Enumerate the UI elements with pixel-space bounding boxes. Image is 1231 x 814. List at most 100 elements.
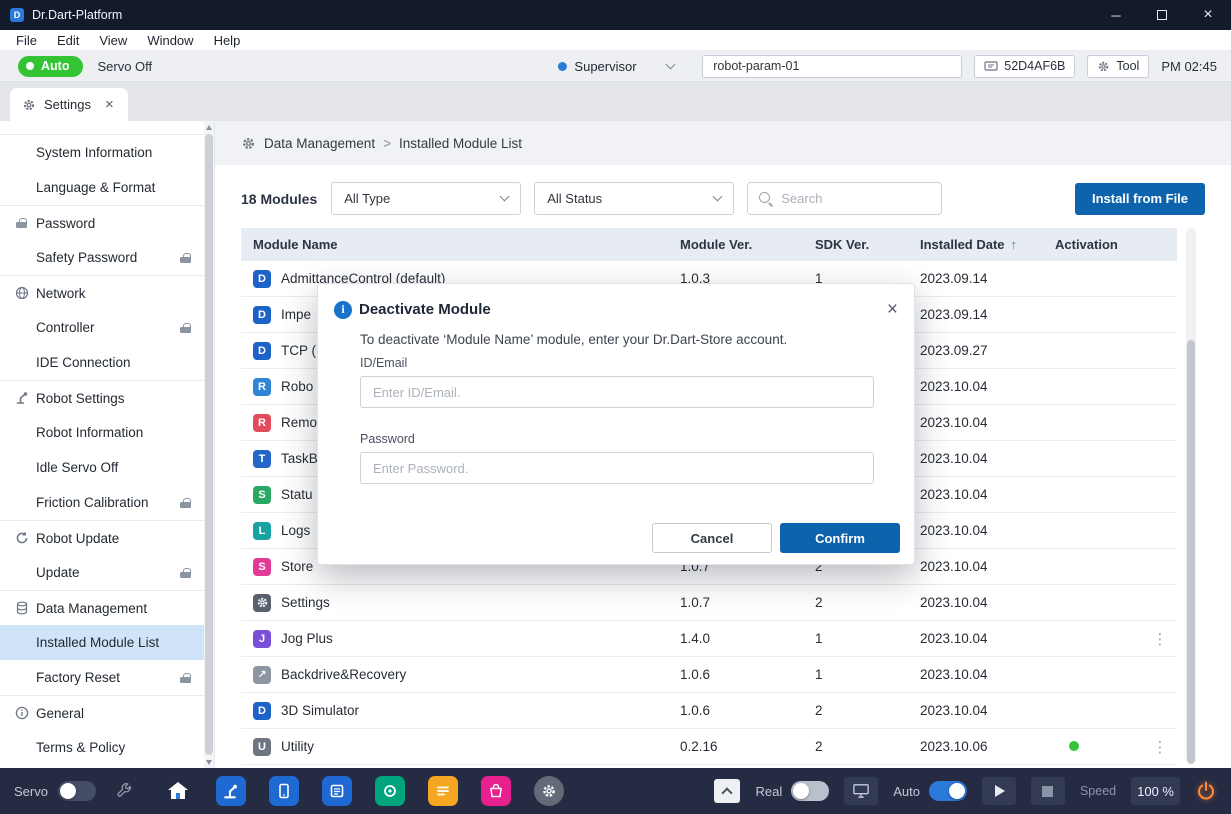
power-icon[interactable] [1195,780,1217,802]
installed-date: 2023.10.04 [908,487,1043,502]
header-module-name[interactable]: Module Name [241,237,668,252]
installed-date: 2023.10.04 [908,667,1043,682]
sidebar-item-robot-information[interactable]: Robot Information [0,415,205,450]
home-icon[interactable] [163,776,193,806]
store-icon[interactable] [481,776,511,806]
play-button[interactable] [982,777,1016,805]
status-ring-icon[interactable] [375,776,405,806]
table-row[interactable]: D3D Simulator1.0.622023.10.04 [241,693,1177,729]
header-installed-date[interactable]: Installed Date ↑ [908,237,1043,252]
menu-edit[interactable]: Edit [47,33,89,48]
close-button[interactable]: × [1185,0,1231,30]
header-module-ver[interactable]: Module Ver. [668,237,803,252]
sidebar-item-robot-update[interactable]: Robot Update [0,520,205,555]
tab-bar: Settings × [0,82,1231,121]
confirm-button[interactable]: Confirm [780,523,900,553]
tool-button[interactable]: Tool [1087,55,1149,78]
stop-button[interactable] [1031,777,1065,805]
scroll-up-icon[interactable] [204,121,214,133]
robot-arm-icon[interactable] [216,776,246,806]
minimize-button[interactable]: ─ [1093,0,1139,30]
sidebar-item-installed-module-list[interactable]: Installed Module List [0,625,205,660]
mode-dot-icon [26,62,34,70]
sidebar-item-system-information[interactable]: System Information [0,135,205,170]
table-scrollbar[interactable] [1186,228,1196,763]
module-icon [253,594,271,612]
sidebar-item-idle-servo-off[interactable]: Idle Servo Off [0,450,205,485]
row-menu-icon[interactable]: ⋮ [1153,630,1168,648]
sidebar-item-friction-calibration[interactable]: Friction Calibration [0,485,205,520]
sidebar-item-network[interactable]: Network [0,275,205,310]
sidebar-scrollbar[interactable] [204,121,214,768]
sidebar-item-robot-settings[interactable]: Robot Settings [0,380,205,415]
real-toggle[interactable] [791,781,829,801]
type-filter-select[interactable]: All Type [331,182,521,215]
search-input[interactable] [781,191,930,206]
sidebar-item-update[interactable]: Update [0,555,205,590]
gear-white-icon[interactable] [534,776,564,806]
robot-param-input[interactable] [702,55,962,78]
status-filter-select[interactable]: All Status [534,182,734,215]
installed-date: 2023.09.27 [908,343,1043,358]
install-from-file-button[interactable]: Install from File [1075,183,1205,215]
module-icon: R [253,414,271,432]
mode-badge[interactable]: Auto [18,56,83,77]
servo-toggle[interactable] [58,781,96,801]
header-sdk-ver[interactable]: SDK Ver. [803,237,908,252]
password-field[interactable] [360,452,874,484]
tab-settings[interactable]: Settings × [10,88,128,121]
role-dot-icon [557,62,566,71]
module-version: 1.0.6 [668,703,803,718]
sidebar-item-general[interactable]: General [0,695,205,730]
speed-value[interactable]: 100 % [1131,777,1180,805]
table-row[interactable]: JJog Plus1.4.012023.10.04⋮ [241,621,1177,657]
sidebar-item-terms-policy[interactable]: Terms & Policy [0,730,205,765]
module-name: Remo [281,415,317,430]
modal-close-icon[interactable]: × [887,300,898,319]
search-box[interactable] [747,182,942,215]
sidebar-item-factory-reset[interactable]: Factory Reset [0,660,205,695]
role-selector[interactable]: Supervisor [557,59,673,74]
table-row[interactable]: UUtility0.2.1622023.10.06⋮ [241,729,1177,765]
title-bar: D Dr.Dart-Platform ─ × [0,0,1231,30]
app-dock [163,776,564,806]
sidebar-item-label: Friction Calibration [36,495,149,510]
table-scroll-thumb[interactable] [1187,340,1195,764]
gear-icon [241,136,256,151]
auto-toggle[interactable] [929,781,967,801]
panel-expand-button[interactable] [714,779,740,803]
sidebar-item-language-format[interactable]: Language & Format [0,170,205,205]
installed-date: 2023.09.14 [908,307,1043,322]
sidebar-item-password[interactable]: Password [0,205,205,240]
menu-help[interactable]: Help [204,33,251,48]
sidebar-item-ide-connection[interactable]: IDE Connection [0,345,205,380]
module-name: Impe [281,307,311,322]
menu-view[interactable]: View [89,33,137,48]
menu-file[interactable]: File [6,33,47,48]
controller-serial[interactable]: 52D4AF6B [974,55,1075,78]
sidebar-item-data-management[interactable]: Data Management [0,590,205,625]
wrench-icon[interactable] [116,783,133,800]
maximize-button[interactable] [1139,0,1185,30]
module-icon: D [253,306,271,324]
sdk-version: 1 [803,631,908,646]
device-icon[interactable] [269,776,299,806]
scroll-down-icon[interactable] [204,756,214,768]
task-writer-icon[interactable] [322,776,352,806]
lock-icon [180,498,191,508]
row-menu-icon[interactable]: ⋮ [1153,738,1168,756]
tab-close-icon[interactable]: × [105,97,114,112]
menu-window[interactable]: Window [137,33,203,48]
log-viewer-icon[interactable] [428,776,458,806]
breadcrumb-root[interactable]: Data Management [264,136,375,151]
table-row[interactable]: Settings1.0.722023.10.04 [241,585,1177,621]
cancel-button[interactable]: Cancel [652,523,772,553]
sidebar-item-controller[interactable]: Controller [0,310,205,345]
table-row[interactable]: ↗Backdrive&Recovery1.0.612023.10.04 [241,657,1177,693]
filter-row: 18 Modules All Type All Status Install f… [241,182,1205,215]
virtual-screen-button[interactable] [844,777,878,805]
sidebar-scroll-thumb[interactable] [205,134,213,755]
deactivate-module-dialog: i Deactivate Module × To deactivate ‘Mod… [317,283,915,565]
id-email-field[interactable] [360,376,874,408]
sidebar-item-safety-password[interactable]: Safety Password [0,240,205,275]
